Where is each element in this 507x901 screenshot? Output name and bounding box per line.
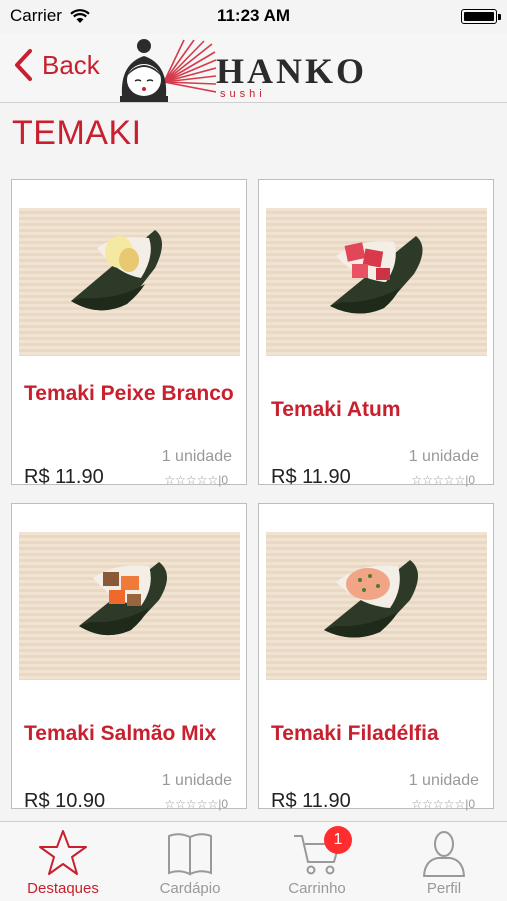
brand-subtitle: sushi xyxy=(220,88,266,100)
temaki-image xyxy=(330,236,423,314)
battery-icon xyxy=(461,9,501,24)
rating-stars: ☆☆☆☆☆|0 xyxy=(164,797,228,811)
rating-count: |0 xyxy=(465,797,475,811)
product-unit: 1 unidade xyxy=(161,448,232,465)
product-photo xyxy=(266,208,487,356)
star-icon xyxy=(39,830,87,875)
product-card[interactable]: Temaki Atum 1 unidade R$ 11.90 ☆☆☆☆☆|0 xyxy=(258,179,494,488)
rating-count: |0 xyxy=(218,473,228,487)
product-card[interactable]: Temaki Filadélfia 1 unidade R$ 11.90 ☆☆☆… xyxy=(258,503,494,812)
temaki-image xyxy=(324,560,418,638)
tab-label: Perfil xyxy=(426,880,462,897)
rating-count: |0 xyxy=(218,797,228,811)
tab-destaques[interactable]: Destaques xyxy=(0,822,126,901)
product-unit: 1 unidade xyxy=(408,448,479,465)
temaki-image xyxy=(71,230,162,311)
back-button[interactable]: Back xyxy=(12,48,100,82)
product-price: R$ 11.90 xyxy=(271,466,351,488)
product-unit: 1 unidade xyxy=(408,772,479,789)
rating-stars: ☆☆☆☆☆|0 xyxy=(411,797,475,811)
product-price: R$ 11.90 xyxy=(271,790,351,812)
product-card[interactable]: Temaki Salmão Mix 1 unidade R$ 10.90 ☆☆☆… xyxy=(11,503,247,812)
product-photo xyxy=(19,532,240,680)
rating-stars: ☆☆☆☆☆|0 xyxy=(164,473,228,487)
page-title: TEMAKI xyxy=(12,114,142,152)
temaki-image xyxy=(79,562,167,636)
status-bar: Carrier 11:23 AM xyxy=(0,0,507,34)
rating-count: |0 xyxy=(465,473,475,487)
cart-badge: 1 xyxy=(324,826,352,854)
chevron-left-icon xyxy=(15,49,32,81)
back-label: Back xyxy=(42,49,100,80)
tab-cardapio[interactable]: Cardápio xyxy=(127,822,253,901)
product-unit: 1 unidade xyxy=(161,772,232,789)
product-photo xyxy=(266,532,487,680)
product-name: Temaki Peixe Branco xyxy=(24,382,234,405)
nav-bar: Back HANKO sushi xyxy=(0,34,507,103)
clock: 11:23 AM xyxy=(216,6,291,25)
tab-perfil[interactable]: Perfil xyxy=(381,822,507,901)
product-card[interactable]: Temaki Peixe Branco 1 unidade R$ 11.90 ☆… xyxy=(11,179,247,488)
product-price: R$ 11.90 xyxy=(24,466,104,488)
rating-stars: ☆☆☆☆☆|0 xyxy=(411,473,475,487)
tab-label: Destaques xyxy=(27,880,99,897)
tab-carrinho[interactable]: 1 Carrinho xyxy=(254,822,380,901)
geisha-mascot-icon xyxy=(120,39,216,102)
product-name: Temaki Filadélfia xyxy=(271,722,439,745)
hanko-logo: HANKO sushi xyxy=(116,38,406,102)
product-name: Temaki Salmão Mix xyxy=(24,722,217,745)
tab-label: Carrinho xyxy=(288,880,346,897)
brand-name: HANKO xyxy=(216,51,368,91)
tab-bar: Destaques Cardápio 1 Carrinho Perfil xyxy=(0,821,507,901)
product-price: R$ 10.90 xyxy=(24,790,106,812)
tab-label: Cardápio xyxy=(159,880,221,897)
product-photo xyxy=(19,208,240,356)
book-icon xyxy=(168,833,212,876)
person-icon xyxy=(423,831,465,877)
product-name: Temaki Atum xyxy=(271,398,401,421)
